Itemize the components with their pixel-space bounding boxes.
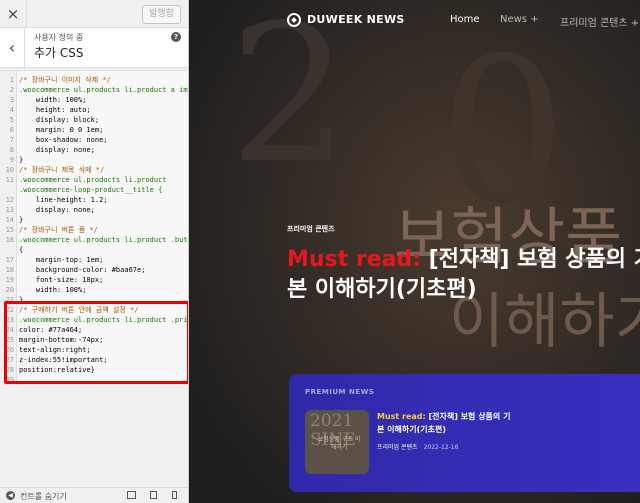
code-text: .woocommerce ul.products li.product .but…: [19, 236, 189, 244]
code-text: box-shadow: none;: [19, 136, 108, 144]
line-number: 9: [9, 156, 14, 164]
logo-icon[interactable]: [287, 13, 301, 27]
line-number: 11: [5, 176, 14, 184]
back-button[interactable]: ‹: [0, 28, 25, 67]
code-text: background-color: #baa67e;: [19, 266, 146, 274]
line-number: 19: [5, 276, 14, 284]
hero-must-read: Must read:: [287, 247, 421, 272]
code-text: }: [19, 156, 24, 164]
close-button[interactable]: ×: [0, 0, 27, 27]
code-line: 14}: [0, 215, 188, 225]
code-text: font-size: 18px;: [19, 276, 104, 284]
code-text: margin: 0 0 1em;: [19, 126, 104, 134]
line-number: 13: [5, 206, 14, 214]
code-line: 4 height: auto;: [0, 105, 188, 115]
line-number: 10: [5, 166, 14, 174]
code-text: .woocommerce ul.products li.product a im…: [19, 86, 189, 94]
code-text: .woocommerce-loop-product__title {: [19, 186, 163, 194]
line-number: 6: [9, 126, 14, 134]
code-text: .woocommerce ul.products li.product: [19, 176, 167, 184]
line-number: 16: [5, 236, 14, 244]
code-text: display: none;: [19, 206, 95, 214]
code-text: line-height: 1.2;: [19, 196, 108, 204]
code-line: 16 .woocommerce ul.products li.product .b…: [0, 235, 189, 245]
code-line: 12 line-height: 1.2;: [0, 195, 188, 205]
site-preview: 2 0 보험상품 이해하기 DUWEEK NEWS Home News + 프리…: [189, 0, 640, 503]
desktop-preview-icon[interactable]: [127, 491, 136, 499]
code-line: 10 /* 장바구니 제목 삭제 */: [0, 165, 188, 175]
code-line: 3 width: 100%;: [0, 95, 188, 105]
line-number: 5: [9, 116, 14, 124]
line-number: 3: [9, 96, 14, 104]
code-line: 9}: [0, 155, 188, 165]
card-date: 2022-12-16: [423, 444, 459, 451]
customizer-footer: ◀ 컨트롤 숨기기: [0, 487, 188, 503]
card-meta: 프리미엄 콘텐츠 2022-12-16: [377, 442, 458, 451]
code-text: width: 100%;: [19, 286, 87, 294]
site-logo[interactable]: DUWEEK NEWS: [307, 13, 405, 26]
code-line: 7 box-shadow: none;: [0, 135, 188, 145]
card-category[interactable]: 프리미엄 콘텐츠: [377, 444, 418, 451]
line-number: 14: [5, 216, 14, 224]
customizer-topbar: × 발행함: [0, 0, 188, 28]
code-line: 17 margin-top: 1em;: [0, 255, 188, 265]
code-text: width: 100%;: [19, 96, 87, 104]
line-number: 15: [5, 226, 14, 234]
mobile-preview-icon[interactable]: [172, 491, 177, 499]
line-number: 12: [5, 196, 14, 204]
code-line: 5 display: block;: [0, 115, 188, 125]
code-line: 2 .woocommerce ul.products li.product a i…: [0, 85, 189, 95]
code-text: display: none;: [19, 146, 95, 154]
card-label: PREMIUM NEWS: [305, 388, 375, 396]
line-number: 4: [9, 106, 14, 114]
code-text: /* 장바구니 버튼 폼 */: [19, 226, 98, 234]
code-text: }: [19, 216, 24, 224]
hide-controls-button[interactable]: 컨트롤 숨기기: [20, 491, 67, 502]
tablet-preview-icon[interactable]: [150, 491, 157, 499]
code-text: /* 장바구니 제목 삭제 */: [19, 166, 105, 174]
line-number: 20: [5, 286, 14, 294]
code-line: {: [0, 245, 188, 255]
code-line: 1 /* 장바구니 이미지 삭제 */: [0, 75, 188, 85]
line-number: 18: [5, 266, 14, 274]
hero-category[interactable]: 프리미엄 콘텐츠: [287, 224, 335, 234]
code-text: margin-top: 1em;: [19, 256, 104, 264]
code-line: 15 /* 장바구니 버튼 폼 */: [0, 225, 188, 235]
premium-news-card: PREMIUM NEWS 2021 SINE 보험상품 구조 이해하기 Must …: [289, 374, 640, 492]
collapse-icon[interactable]: ◀: [6, 491, 15, 500]
customizer-panel: × 발행함 ‹ 사용자 정의 중 추가 CSS ? 1 /* 장바구니 이미지 삭…: [0, 0, 189, 503]
code-text: display: block;: [19, 116, 100, 124]
code-line: 8 display: none;: [0, 145, 188, 155]
line-number: 7: [9, 136, 14, 144]
line-number: 17: [5, 256, 14, 264]
code-text: height: auto;: [19, 106, 91, 114]
line-number: 8: [9, 146, 14, 154]
card-thumbnail[interactable]: 2021 SINE 보험상품 구조 이해하기: [305, 410, 369, 474]
publish-button[interactable]: 발행함: [142, 5, 181, 24]
line-number: 1: [9, 76, 14, 84]
section-header: ‹ 사용자 정의 중 추가 CSS ?: [0, 28, 188, 68]
nav-home[interactable]: Home: [450, 14, 480, 25]
code-text: {: [19, 246, 24, 254]
code-line: 13 display: none;: [0, 205, 188, 215]
help-icon[interactable]: ?: [171, 32, 181, 42]
code-line: 20 width: 100%;: [0, 285, 188, 295]
highlight-box: [4, 301, 188, 384]
code-line: .woocommerce-loop-product__title {: [0, 185, 188, 195]
site-header: DUWEEK NEWS Home News + 프리미엄 콘텐츠 +: [189, 0, 640, 42]
thumb-caption: 보험상품 구조 이해하기: [317, 436, 361, 451]
breadcrumb: 사용자 정의 중: [34, 33, 84, 42]
code-line: 6 margin: 0 0 1em;: [0, 125, 188, 135]
line-number: 2: [9, 86, 14, 94]
nav-premium-content[interactable]: 프리미엄 콘텐츠 +: [560, 14, 639, 29]
code-line: 18 background-color: #baa67e;: [0, 265, 188, 275]
code-line: 11 .woocommerce ul.products li.product: [0, 175, 188, 185]
card-title[interactable]: Must read: [전자책] 보험 상품의 기본 이해하기(기초편): [377, 410, 517, 436]
section-title: 추가 CSS: [34, 46, 84, 60]
code-text: /* 장바구니 이미지 삭제 */: [19, 76, 111, 84]
nav-news[interactable]: News +: [500, 14, 539, 25]
code-line: 19 font-size: 18px;: [0, 275, 188, 285]
hero-title[interactable]: Must read: [전자책] 보험 상품의 기본 이해하기(기초편): [287, 245, 640, 305]
